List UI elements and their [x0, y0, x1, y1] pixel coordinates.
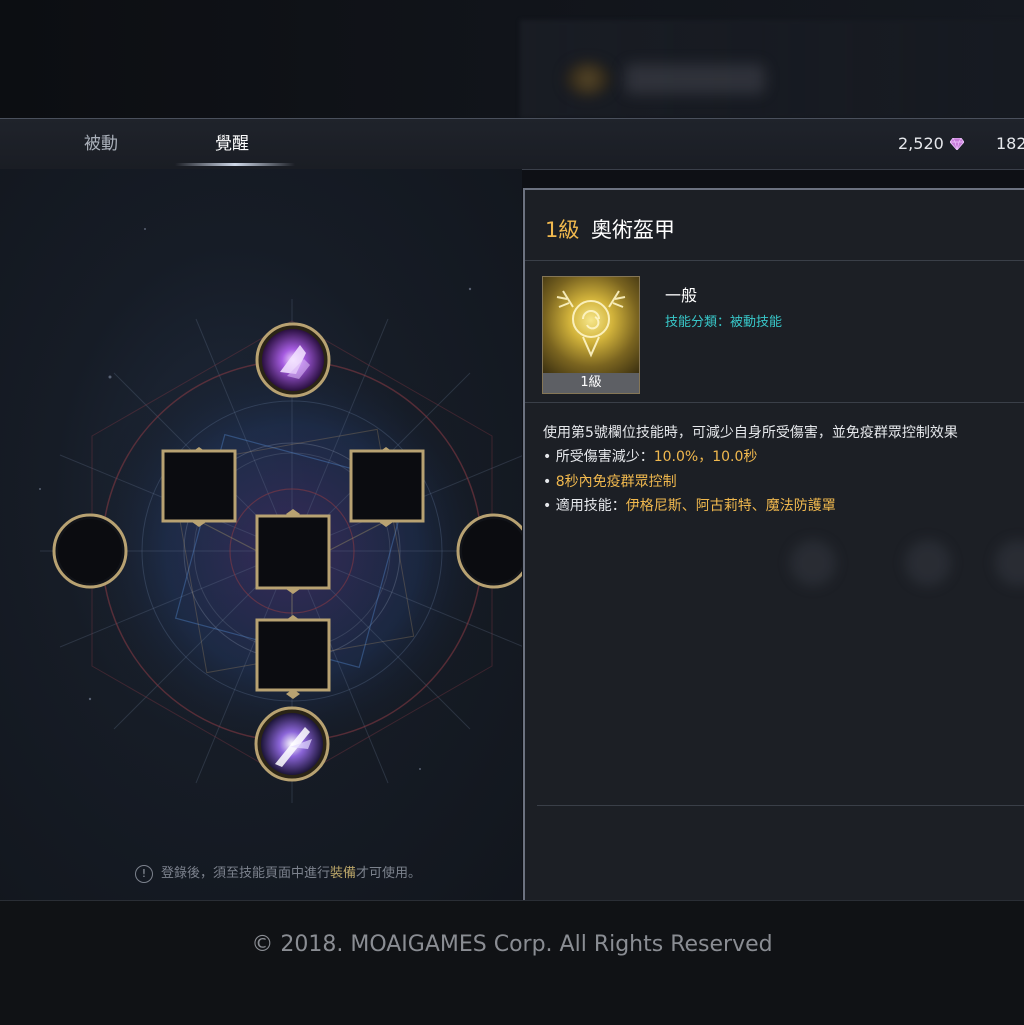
skill-slot-upper-left[interactable] [161, 447, 237, 527]
skill-description: 使用第5號欄位技能時，可減少自身所受傷害，並免疫群眾控制效果 [543, 425, 958, 441]
effect-line-damage: • 所受傷害減少：10.0%，10.0秒 [543, 446, 757, 466]
tab-passive[interactable]: 被動 [84, 119, 118, 169]
detail-bottom-divider [537, 805, 1024, 806]
skill-detail-panel: 1級 奧術盔甲 1級 一般 技能分類：被動技能 使用第5號欄位技能時，可減少自身… [523, 188, 1024, 900]
skill-category: 技能分類：被動技能 [665, 315, 783, 330]
blurred-header-text [625, 64, 765, 94]
effect-line-immunity: • 8秒內免疫群眾控制 [543, 471, 677, 491]
awakening-skill-tree-panel [0, 169, 522, 900]
notice-text-after: 才可使用。 [356, 866, 422, 881]
skill-level: 1級 [545, 218, 580, 242]
effect-immunity-value: 免疫群眾控制 [592, 474, 677, 490]
effect-damage-value: 10.0%，10.0秒 [653, 449, 758, 465]
tab-awakening[interactable]: 覺醒 [215, 119, 249, 169]
secondary-currency: 182 [996, 134, 1024, 153]
warning-icon: ! [135, 865, 153, 883]
tab-bar: 被動 覺醒 2,520 182 [0, 118, 1024, 170]
footer-bar [0, 900, 1024, 1025]
skill-detail-header: 1級 奧術盔甲 [525, 190, 1024, 261]
effect-line-applicable: • 適用技能：伊格尼斯、阿古莉特、魔法防護罩 [543, 495, 836, 515]
gem-icon [949, 138, 964, 150]
skill-tree-graphic [39, 228, 522, 803]
skill-slot-upper-right[interactable] [349, 447, 425, 527]
skill-slot-left[interactable] [52, 513, 128, 589]
skill-slot-center[interactable] [255, 509, 331, 594]
effect-immunity-bullet: • [543, 474, 552, 490]
effect-immunity-duration: 8秒內 [555, 474, 593, 490]
blurred-header-icon [565, 62, 611, 96]
equip-notice: ! 登錄後，須至技能頁面中進行裝備才可使用。 [135, 862, 421, 883]
active-tab-indicator [175, 163, 295, 166]
skill-icon-level: 1級 [543, 373, 639, 393]
effect-applicable-label: • 適用技能： [543, 498, 626, 514]
awakening-skill-icon-top[interactable] [255, 322, 331, 398]
awakening-skill-icon-bottom[interactable] [254, 706, 330, 782]
gem-currency: 2,520 [898, 119, 964, 169]
copyright-text: © 2018. MOAIGAMES Corp. All Rights Reser… [251, 932, 773, 957]
skill-icon-frame: 1級 [542, 276, 640, 394]
skill-name: 奧術盔甲 [591, 218, 675, 242]
skill-slot-lower-center[interactable] [255, 615, 331, 699]
blurred-background-shape [995, 540, 1024, 586]
effect-damage-label: • 所受傷害減少： [543, 449, 654, 465]
notice-text-highlight: 裝備 [330, 866, 357, 881]
blurred-background-shape [905, 540, 951, 586]
skill-grade: 一般 [665, 286, 698, 305]
effect-applicable-value: 伊格尼斯、阿古莉特、魔法防護罩 [625, 498, 836, 514]
detail-divider [525, 402, 1024, 403]
skill-slot-right[interactable] [456, 513, 522, 589]
gem-amount: 2,520 [898, 134, 944, 153]
skill-arcane-armor-icon [543, 277, 639, 373]
blurred-background-shape [790, 540, 836, 586]
notice-text-before: 登錄後，須至技能頁面中進行 [161, 866, 331, 881]
